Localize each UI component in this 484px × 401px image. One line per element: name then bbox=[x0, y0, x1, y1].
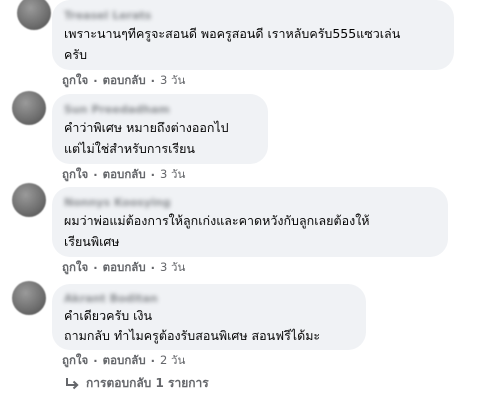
avatar[interactable] bbox=[17, 0, 51, 30]
separator-dot: · bbox=[150, 354, 156, 368]
comment-text-line: ผมว่าพ่อแม่ต้องการให้ลูกเก่งและคาดหวังกั… bbox=[64, 213, 370, 228]
comment-timestamp[interactable]: 3 วัน bbox=[160, 259, 185, 277]
comment-author[interactable]: Sun Preedadham bbox=[64, 103, 170, 117]
separator-dot: · bbox=[93, 261, 98, 275]
comment-bubble: Akrant Boditan คำเดียวครับ เงิน ถามกลับ … bbox=[52, 284, 366, 350]
comment-text-line: ถามกลับ ทำไมครูต้องรับสอนพิเศษ สอนฟรีได้… bbox=[64, 328, 321, 343]
like-button[interactable]: ถูกใจ bbox=[62, 259, 88, 277]
comment-bubble: Nonnys Koosying ผมว่าพ่อแม่ต้องการให้ลูก… bbox=[52, 187, 448, 257]
like-button[interactable]: ถูกใจ bbox=[62, 166, 88, 184]
comment-text-line: เพราะนานๆทีครูจะสอนดี พอครูสอนดี เราหลับ… bbox=[64, 26, 401, 41]
comment-timestamp[interactable]: 3 วัน bbox=[160, 166, 185, 184]
separator-dot: · bbox=[93, 74, 98, 88]
separator-dot: · bbox=[150, 74, 156, 88]
separator-dot: · bbox=[150, 168, 156, 182]
reply-button[interactable]: ตอบกลับ bbox=[103, 259, 146, 277]
view-replies-label[interactable]: การตอบกลับ 1 รายการ bbox=[86, 374, 209, 393]
comment-bubble: Sun Preedadham คำว่าพิเศษ หมายถึงต่างออก… bbox=[52, 94, 268, 164]
view-replies-link[interactable]: การตอบกลับ 1 รายการ bbox=[64, 374, 209, 393]
comment-text-line: ครับ bbox=[64, 47, 88, 62]
comment-actions: ถูกใจ · ตอบกลับ · 2 วัน bbox=[62, 352, 185, 370]
comment-text-line: แต่ไม่ใช่สำหรับการเรียน bbox=[64, 141, 195, 156]
like-button[interactable]: ถูกใจ bbox=[62, 352, 88, 370]
comment-actions: ถูกใจ · ตอบกลับ · 3 วัน bbox=[62, 166, 185, 184]
comment-text-line: คำว่าพิเศษ หมายถึงต่างออกไป bbox=[64, 120, 229, 135]
avatar[interactable] bbox=[12, 281, 46, 315]
comment-text-line: คำเดียวครับ เงิน bbox=[64, 308, 153, 323]
reply-button[interactable]: ตอบกลับ bbox=[103, 72, 146, 90]
comment-timestamp[interactable]: 2 วัน bbox=[160, 352, 185, 370]
separator-dot: · bbox=[93, 168, 98, 182]
comment-author[interactable]: Treasel Lerats bbox=[64, 9, 151, 23]
comment-author[interactable]: Akrant Boditan bbox=[64, 292, 158, 306]
reply-arrow-icon bbox=[66, 377, 79, 389]
comment-actions: ถูกใจ · ตอบกลับ · 3 วัน bbox=[62, 259, 185, 277]
comment-author[interactable]: Nonnys Koosying bbox=[64, 196, 171, 210]
comment-timestamp[interactable]: 3 วัน bbox=[160, 72, 185, 90]
comment-bubble: Treasel Lerats เพราะนานๆทีครูจะสอนดี พอค… bbox=[52, 0, 454, 70]
reply-button[interactable]: ตอบกลับ bbox=[103, 166, 146, 184]
reply-button[interactable]: ตอบกลับ bbox=[103, 352, 146, 370]
avatar[interactable] bbox=[12, 91, 46, 125]
comment-actions: ถูกใจ · ตอบกลับ · 3 วัน bbox=[62, 72, 185, 90]
like-button[interactable]: ถูกใจ bbox=[62, 72, 88, 90]
separator-dot: · bbox=[93, 354, 98, 368]
comment-text-line: เรียนพิเศษ bbox=[64, 234, 120, 249]
avatar[interactable] bbox=[12, 183, 46, 217]
separator-dot: · bbox=[150, 261, 156, 275]
